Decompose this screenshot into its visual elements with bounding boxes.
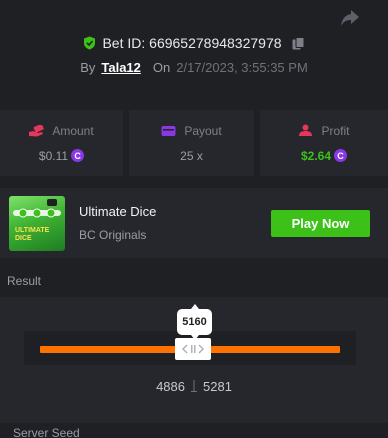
dice-game-logo-icon: ULTIMATE DICE [13, 199, 61, 242]
result-panel: 5160 4886 5281 [0, 297, 388, 423]
bet-stats: Amount $0.11 C Payout 25 x Profit $2.64 … [0, 110, 388, 176]
thumb-text-2: DICE [15, 235, 32, 242]
drag-handle-icon [181, 344, 205, 354]
verified-shield-icon [84, 36, 96, 50]
stat-amount: Amount $0.11 C [0, 110, 123, 176]
game-provider: BC Originals [79, 228, 147, 242]
stat-profit-value: $2.64 [300, 148, 332, 163]
play-now-button[interactable]: Play Now [271, 210, 370, 237]
user-profit-icon [299, 124, 313, 136]
username-link[interactable]: Tala12 [101, 60, 141, 75]
coin-icon: C [71, 149, 85, 162]
thumb-text: ULTIMATE [15, 227, 50, 234]
game-thumbnail[interactable]: ULTIMATE DICE [9, 196, 65, 251]
bet-date: 2/17/2023, 3:55:35 PM [176, 60, 308, 75]
range-high: 5281 [203, 378, 232, 394]
range-low: 4886 [156, 378, 185, 394]
stat-profit: Profit $2.64 C [260, 110, 388, 176]
result-range: 4886 5281 [0, 378, 388, 394]
wallet-icon [161, 125, 176, 136]
share-icon[interactable] [339, 8, 361, 28]
stat-payout-label: Payout [184, 123, 222, 138]
stat-payout-value: 25 x [180, 148, 203, 163]
bet-meta-row: By Tala12 On 2/17/2023, 3:55:35 PM [0, 60, 388, 75]
by-label: By [80, 60, 96, 75]
stat-profit-label: Profit [321, 123, 350, 138]
copy-icon[interactable] [292, 36, 305, 50]
game-name[interactable]: Ultimate Dice [79, 204, 156, 219]
on-label: On [152, 60, 171, 75]
stat-amount-label: Amount [52, 123, 94, 138]
slider-handle[interactable] [175, 338, 211, 360]
bet-detail-panel: Bet ID: 66965278948327978 By Tala12 On 2… [0, 0, 388, 438]
coin-icon: C [334, 149, 348, 162]
range-separator-icon [191, 380, 197, 392]
stat-payout: Payout 25 x [129, 110, 254, 176]
bet-id-row: Bet ID: 66965278948327978 [0, 35, 388, 51]
server-seed-label: Server Seed [13, 426, 80, 438]
result-label: Result [7, 274, 42, 288]
roll-result-bubble: 5160 [177, 304, 212, 340]
bet-id: Bet ID: 66965278948327978 [102, 35, 282, 51]
money-hand-icon [29, 124, 44, 136]
stat-amount-value: $0.11 [38, 148, 69, 163]
